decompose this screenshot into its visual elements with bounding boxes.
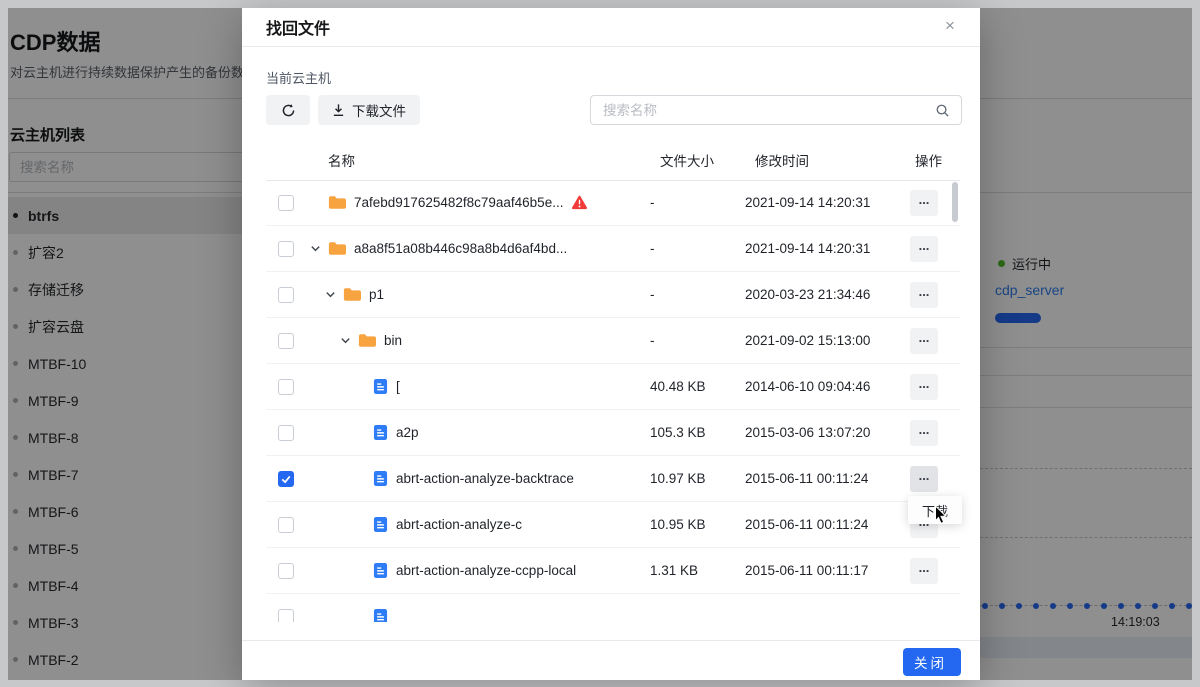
modified-time: 2021-09-14 14:20:31 [745, 241, 910, 256]
modified-time: 2020-03-23 21:34:46 [745, 287, 910, 302]
file-name: 7afebd917625482f8c79aaf46b5e... [354, 195, 563, 210]
row-checkbox[interactable] [278, 517, 294, 533]
file-icon [373, 516, 388, 533]
file-name: abrt-action-analyze-backtrace [396, 471, 574, 486]
file-size: 105.3 KB [650, 425, 745, 440]
table-row: abrt-action-analyze-ccpp-local 1.31 KB201… [266, 548, 960, 594]
search-icon[interactable] [935, 103, 950, 118]
table-row [266, 594, 960, 622]
table-scrollbar-thumb[interactable] [952, 182, 958, 222]
chevron-down-icon[interactable] [310, 243, 328, 254]
current-host-label: 当前云主机 [266, 68, 331, 87]
dialog-title: 找回文件 [266, 15, 330, 39]
col-action: 操作 [910, 150, 960, 170]
row-checkbox[interactable] [278, 471, 294, 487]
download-files-button[interactable]: 下载文件 [318, 95, 420, 125]
folder-icon [328, 241, 346, 256]
row-action-menu-download[interactable]: 下载 [908, 496, 962, 524]
col-size: 文件大小 [650, 150, 745, 170]
download-files-label: 下载文件 [352, 100, 406, 120]
file-search-box[interactable] [590, 95, 962, 125]
file-table-body: 7afebd917625482f8c79aaf46b5e...-2021-09-… [266, 180, 960, 622]
row-checkbox[interactable] [278, 333, 294, 349]
refresh-button[interactable] [266, 95, 310, 125]
file-name: bin [384, 333, 402, 348]
file-size: - [650, 241, 745, 256]
modified-time: 2015-06-11 00:11:24 [745, 517, 910, 532]
retrieve-files-dialog: 找回文件 × 当前云主机 下载文件 名称 文件大小 修改时间 操 [242, 8, 980, 680]
row-more-actions-button[interactable]: ... [910, 374, 938, 400]
file-icon [373, 470, 388, 487]
row-checkbox[interactable] [278, 195, 294, 211]
file-icon [373, 608, 388, 622]
warning-icon [571, 195, 588, 210]
file-size: - [650, 195, 745, 210]
file-name: p1 [369, 287, 384, 302]
row-checkbox[interactable] [278, 379, 294, 395]
table-row: p1 -2020-03-23 21:34:46... [266, 272, 960, 318]
file-size: 40.48 KB [650, 379, 745, 394]
file-table-header: 名称 文件大小 修改时间 操作 [266, 140, 960, 181]
refresh-icon [281, 103, 296, 118]
table-row: 7afebd917625482f8c79aaf46b5e... -2021-09-… [266, 180, 960, 226]
table-row: a8a8f51a08b446c98a8b4d6af4bd... -2021-09-… [266, 226, 960, 272]
modified-time: 2015-06-11 00:11:17 [745, 563, 910, 578]
modified-time: 2021-09-14 14:20:31 [745, 195, 910, 210]
dialog-header: 找回文件 × [242, 8, 980, 47]
row-checkbox[interactable] [278, 563, 294, 579]
file-size: - [650, 333, 745, 348]
file-name: a2p [396, 425, 419, 440]
close-icon[interactable]: × [940, 16, 960, 36]
folder-icon [343, 287, 361, 302]
close-button[interactable]: 关闭 [903, 648, 961, 676]
modified-time: 2014-06-10 09:04:46 [745, 379, 910, 394]
file-name: a8a8f51a08b446c98a8b4d6af4bd... [354, 241, 567, 256]
row-more-actions-button[interactable]: ... [910, 328, 938, 354]
dialog-footer: 关闭 [242, 640, 980, 680]
row-more-actions-button[interactable]: ... [910, 558, 938, 584]
folder-icon [328, 195, 346, 210]
modified-time: 2021-09-02 15:13:00 [745, 333, 910, 348]
file-icon [373, 562, 388, 579]
file-icon [373, 424, 388, 441]
file-size: 10.97 KB [650, 471, 745, 486]
row-checkbox[interactable] [278, 287, 294, 303]
table-row: abrt-action-analyze-c 10.95 KB2015-06-11 … [266, 502, 960, 548]
col-name: 名称 [306, 150, 650, 170]
file-size: 1.31 KB [650, 563, 745, 578]
row-more-actions-button[interactable]: ... [910, 282, 938, 308]
row-checkbox[interactable] [278, 241, 294, 257]
chevron-down-icon[interactable] [340, 335, 358, 346]
file-search-input[interactable] [591, 97, 935, 123]
file-size: - [650, 287, 745, 302]
file-name: abrt-action-analyze-c [396, 517, 522, 532]
row-more-actions-button[interactable]: ... [910, 236, 938, 262]
folder-icon [358, 333, 376, 348]
chevron-down-icon[interactable] [325, 289, 343, 300]
file-name: abrt-action-analyze-ccpp-local [396, 563, 576, 578]
row-checkbox[interactable] [278, 609, 294, 623]
row-more-actions-button[interactable]: ... [910, 466, 938, 492]
window-frame: CDP数据 对云主机进行持续数据保护产生的备份数据，存放 云主机列表 btrfs… [0, 0, 1200, 687]
file-size: 10.95 KB [650, 517, 745, 532]
row-more-actions-button[interactable]: ... [910, 190, 938, 216]
modified-time: 2015-06-11 00:11:24 [745, 471, 910, 486]
modified-time: 2015-03-06 13:07:20 [745, 425, 910, 440]
download-icon [332, 103, 345, 117]
table-row: [40.48 KB2014-06-10 09:04:46... [266, 364, 960, 410]
file-icon [373, 378, 388, 395]
table-row: abrt-action-analyze-backtrace 10.97 KB201… [266, 456, 960, 502]
table-row: a2p 105.3 KB2015-03-06 13:07:20... [266, 410, 960, 456]
table-row: bin -2021-09-02 15:13:00... [266, 318, 960, 364]
row-checkbox[interactable] [278, 425, 294, 441]
file-name: [ [396, 379, 400, 394]
col-time: 修改时间 [745, 150, 910, 170]
row-more-actions-button[interactable]: ... [910, 420, 938, 446]
